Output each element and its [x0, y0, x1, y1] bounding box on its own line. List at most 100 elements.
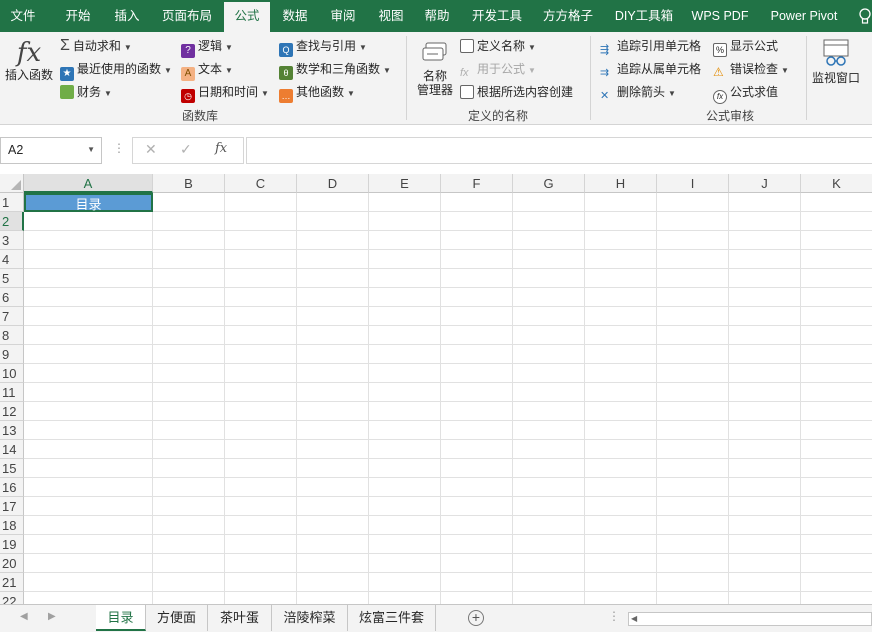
row-header-3[interactable]: 3 — [0, 231, 24, 250]
tab-wps-pdf[interactable]: WPS PDF — [684, 0, 756, 32]
group-label-formula-auditing: 公式审核 — [705, 109, 754, 123]
grid-line — [152, 193, 153, 604]
grid-line — [656, 193, 657, 604]
insert-function-button[interactable]: fx 插入函数 — [2, 38, 56, 82]
column-header-g[interactable]: G — [513, 174, 585, 193]
column-header-a[interactable]: A — [24, 174, 153, 193]
row-header-4[interactable]: 4 — [0, 250, 24, 269]
resize-handle-icon[interactable]: ⋮ — [608, 609, 620, 623]
column-header-f[interactable]: F — [441, 174, 513, 193]
tab-diy-toolbox[interactable]: DIY工具箱 — [604, 0, 684, 32]
tab-file[interactable]: 文件 — [0, 0, 46, 32]
chevron-down-icon[interactable]: ▼ — [87, 145, 95, 154]
tab-review[interactable]: 审阅 — [320, 0, 366, 32]
logical-button[interactable]: ? 逻辑 ▼ — [181, 36, 233, 58]
tab-fangfanggezi[interactable]: 方方格子 — [532, 0, 604, 32]
tab-data[interactable]: 数据 — [272, 0, 318, 32]
watch-window-button[interactable]: 监视窗口 — [810, 38, 862, 85]
more-functions-label: 其他函数 — [296, 85, 345, 99]
cancel-icon[interactable]: ✕ — [145, 141, 157, 158]
text-button[interactable]: A 文本 ▼ — [181, 59, 233, 81]
column-header-j[interactable]: J — [729, 174, 801, 193]
lightbulb-icon[interactable] — [858, 8, 872, 26]
horizontal-scrollbar[interactable]: ◀ — [628, 612, 872, 626]
insert-function-icon[interactable]: fx — [215, 141, 227, 156]
row-header-1[interactable]: 1 — [0, 193, 24, 212]
row-header-2[interactable]: 2 — [0, 212, 24, 231]
tab-help[interactable]: 帮助 — [414, 0, 460, 32]
logical-label: 逻辑 — [198, 39, 223, 53]
group-label-function-library: 函数库 — [181, 109, 218, 123]
error-checking-button[interactable]: ⚠ 错误检查 ▼ — [713, 59, 789, 79]
scroll-left-icon[interactable]: ◀ — [631, 613, 637, 625]
sheet-tab-catalog[interactable]: 目录 — [96, 605, 146, 631]
sheet-tab-fuling-pickle[interactable]: 涪陵榨菜 — [272, 605, 348, 631]
column-header-b[interactable]: B — [153, 174, 225, 193]
autosum-button[interactable]: Σ 自动求和 ▼ — [60, 36, 132, 56]
row-header-20[interactable]: 20 — [0, 554, 24, 573]
chevron-down-icon: ▼ — [668, 89, 676, 98]
recent-functions-button[interactable]: ★ 最近使用的函数 ▼ — [60, 59, 172, 81]
row-header-7[interactable]: 7 — [0, 307, 24, 326]
financial-button[interactable]: 财务 ▼ — [60, 82, 112, 102]
create-from-selection-button[interactable]: 根据所选内容创建 — [460, 82, 573, 102]
name-box[interactable]: A2 ▼ — [0, 137, 102, 164]
row-header-14[interactable]: 14 — [0, 440, 24, 459]
tab-formulas[interactable]: 公式 — [224, 2, 270, 32]
datetime-button[interactable]: ◷ 日期和时间 ▼ — [181, 82, 269, 103]
tab-power-pivot[interactable]: Power Pivot — [758, 0, 850, 32]
row-header-13[interactable]: 13 — [0, 421, 24, 440]
scroll-right-icon[interactable]: ▶ — [48, 611, 56, 622]
tab-developer[interactable]: 开发工具 — [462, 0, 532, 32]
cell-a1[interactable]: 目录 — [24, 193, 153, 212]
show-formulas-button[interactable]: % 显示公式 — [713, 36, 778, 57]
row-header-21[interactable]: 21 — [0, 573, 24, 592]
warning-icon: ⚠ — [713, 65, 724, 79]
tab-page-layout[interactable]: 页面布局 — [152, 0, 222, 32]
worksheet-grid[interactable]: ABCDEFGHIJK 1 2 3 4 5 6 7 8 9 10 11 12 13 14 15 16 17 18 1… — [0, 174, 872, 604]
remove-arrows-button[interactable]: ✕ 删除箭头 ▼ — [600, 82, 676, 102]
tab-view[interactable]: 视图 — [368, 0, 414, 32]
row-header-19[interactable]: 19 — [0, 535, 24, 554]
sheet-tab-flaunt-set[interactable]: 炫富三件套 — [348, 605, 436, 631]
row-header-11[interactable]: 11 — [0, 383, 24, 402]
row-header-10[interactable]: 10 — [0, 364, 24, 383]
sheet-tab-tea-eggs[interactable]: 茶叶蛋 — [208, 605, 272, 631]
row-header-15[interactable]: 15 — [0, 459, 24, 478]
name-manager-label-2: 管理器 — [416, 83, 453, 97]
define-name-button[interactable]: 定义名称 ▼ — [460, 36, 536, 56]
add-sheet-button[interactable]: + — [468, 610, 484, 626]
column-header-e[interactable]: E — [369, 174, 441, 193]
row-header-9[interactable]: 9 — [0, 345, 24, 364]
row-header-12[interactable]: 12 — [0, 402, 24, 421]
row-header-8[interactable]: 8 — [0, 326, 24, 345]
math-trig-button[interactable]: θ 数学和三角函数 ▼ — [279, 59, 391, 80]
tab-home[interactable]: 开始 — [50, 0, 106, 32]
trace-precedents-button[interactable]: ⇶ 追踪引用单元格 — [600, 36, 701, 56]
resize-handle-icon[interactable]: ⋮ — [113, 141, 125, 155]
chevron-down-icon: ▼ — [225, 43, 233, 52]
trace-dependents-button[interactable]: ⇉ 追踪从属单元格 — [600, 59, 701, 79]
row-header-18[interactable]: 18 — [0, 516, 24, 535]
column-header-i[interactable]: I — [657, 174, 729, 193]
row-header-22[interactable]: 22 — [0, 592, 24, 604]
column-header-k[interactable]: K — [801, 174, 872, 193]
formula-input[interactable] — [246, 137, 872, 164]
evaluate-formula-button[interactable]: fx 公式求值 — [713, 82, 778, 104]
sheet-tab-instant-noodles[interactable]: 方便面 — [146, 605, 208, 631]
enter-icon[interactable]: ✓ — [180, 141, 192, 158]
row-header-16[interactable]: 16 — [0, 478, 24, 497]
column-header-h[interactable]: H — [585, 174, 657, 193]
column-header-d[interactable]: D — [297, 174, 369, 193]
select-all-corner[interactable] — [0, 174, 24, 193]
row-header-17[interactable]: 17 — [0, 497, 24, 516]
row-header-5[interactable]: 5 — [0, 269, 24, 288]
row-header-6[interactable]: 6 — [0, 288, 24, 307]
lookup-reference-button[interactable]: Q 查找与引用 ▼ — [279, 36, 367, 57]
more-functions-button[interactable]: … 其他函数 ▼ — [279, 82, 355, 103]
tab-insert[interactable]: 插入 — [106, 0, 148, 32]
column-header-c[interactable]: C — [225, 174, 297, 193]
use-in-formula-button[interactable]: fx 用于公式 ▼ — [460, 59, 536, 79]
scroll-left-icon[interactable]: ◀ — [20, 611, 28, 622]
name-manager-button[interactable]: 名称 管理器 — [414, 40, 456, 97]
